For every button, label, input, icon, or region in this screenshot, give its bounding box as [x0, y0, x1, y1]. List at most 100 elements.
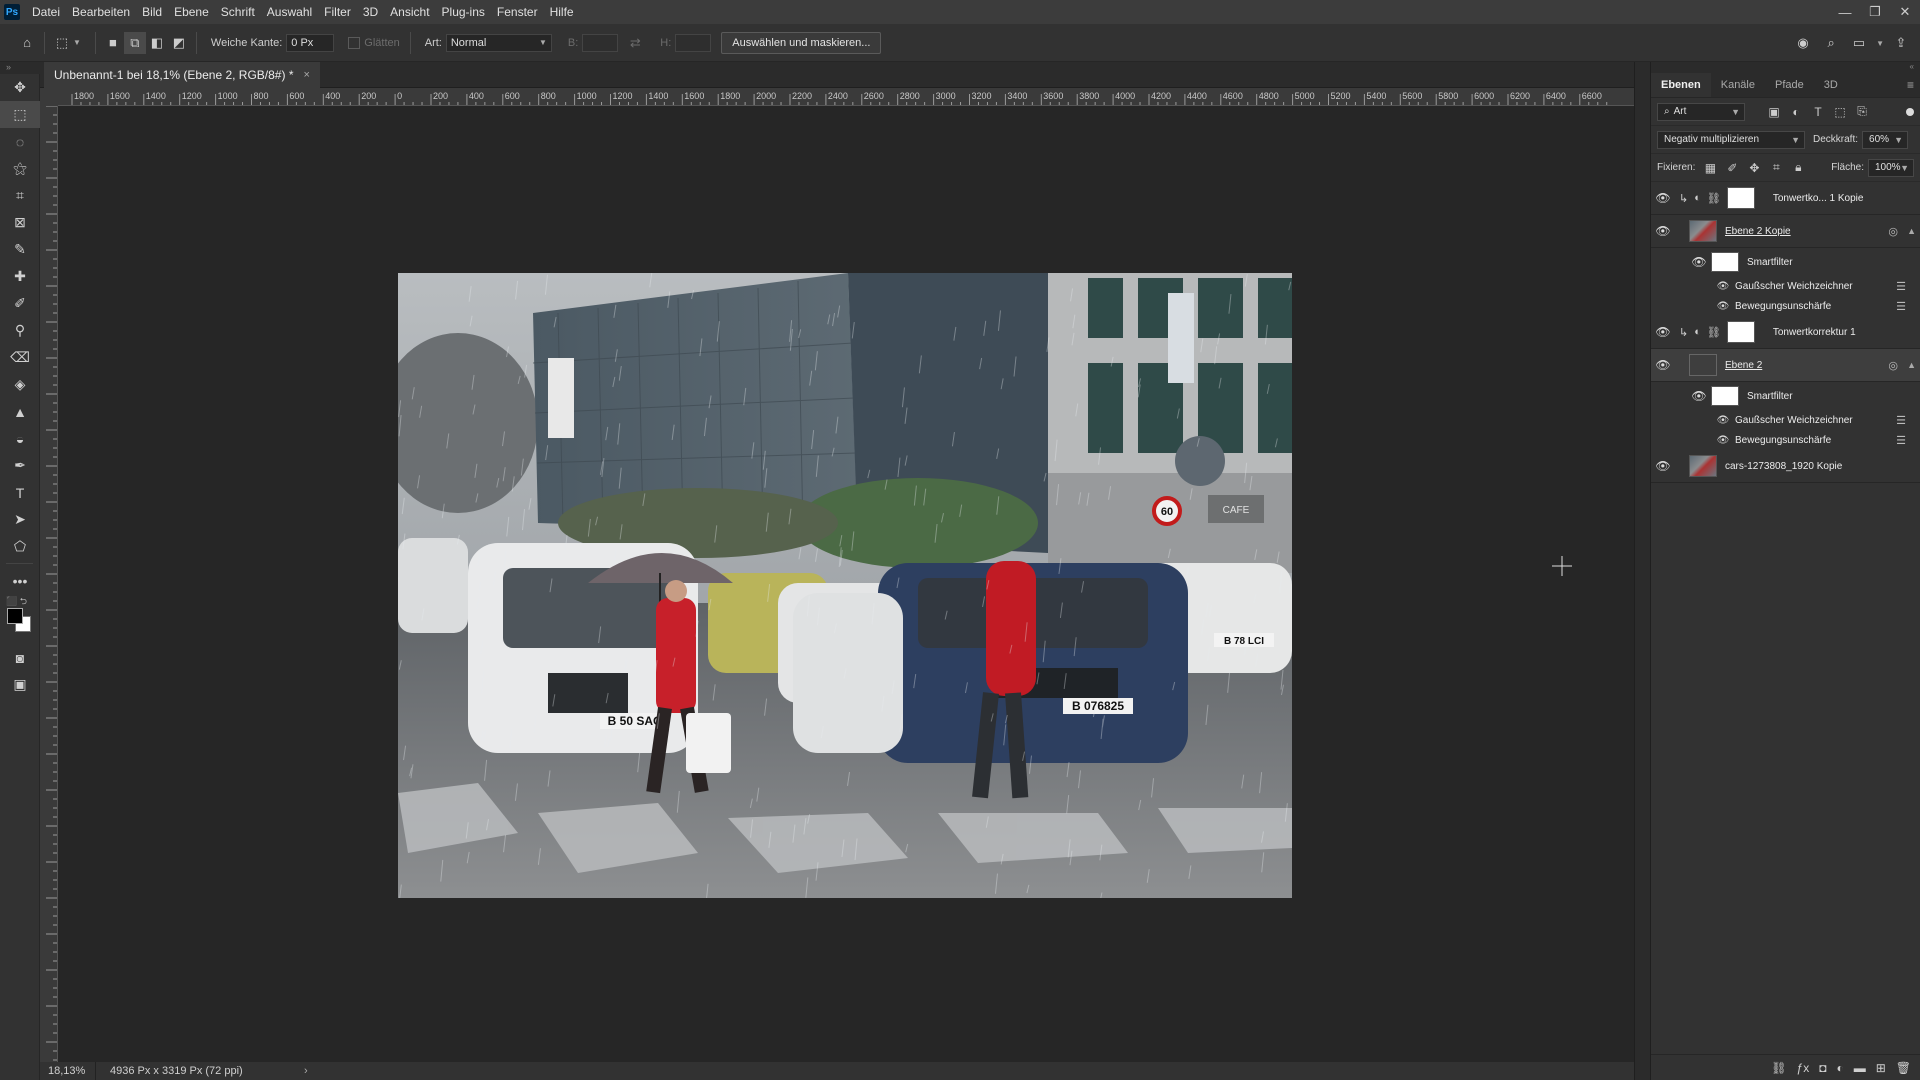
healing-brush-tool-icon[interactable]: ✚ [0, 263, 40, 290]
antialias-checkbox[interactable] [348, 36, 361, 49]
zoom-level[interactable]: 18,13% [40, 1062, 96, 1080]
fx-icon[interactable]: ƒx [1797, 1061, 1810, 1075]
width-input[interactable] [582, 33, 619, 52]
filter-row[interactable]: 👁︎ Bewegungsunschärfe ☰ [1651, 430, 1920, 450]
filter-row[interactable]: 👁︎ Bewegungsunschärfe ☰ [1651, 296, 1920, 316]
link-layers-icon[interactable]: ⛓︎ [1771, 1061, 1786, 1075]
opacity-input[interactable]: 60% ▼ [1862, 130, 1909, 149]
clone-stamp-tool-icon[interactable]: ⚲ [0, 317, 40, 344]
filter-pixel-icon[interactable]: ▣ [1763, 103, 1785, 121]
smart-object-thumbnail[interactable] [1689, 354, 1717, 376]
filter-options-icon[interactable]: ☰ [1896, 300, 1906, 313]
smartfilter-row[interactable]: 👁︎ Smartfilter [1651, 248, 1920, 276]
blur-tool-icon[interactable]: ▲ [0, 398, 40, 425]
filter-smart-object-icon[interactable]: ⎘ [1851, 103, 1873, 121]
layer-row[interactable]: 👁︎ cars-1273808_1920 Kopie [1651, 450, 1920, 483]
tab-kanaele[interactable]: Kanäle [1711, 73, 1765, 97]
collapse-arrow-icon[interactable]: ▲ [1907, 360, 1916, 370]
status-menu-arrow[interactable]: › [296, 1065, 308, 1077]
new-layer-icon[interactable]: ⊞ [1876, 1061, 1886, 1075]
marquee-preset-icon[interactable]: ⬚ [51, 32, 73, 54]
menu-ebene[interactable]: Ebene [168, 5, 215, 19]
dodge-tool-icon[interactable]: ◒ [0, 425, 40, 452]
eye-icon[interactable]: 👁︎ [1687, 255, 1711, 269]
magic-wand-tool-icon[interactable]: ⚝ [0, 155, 40, 182]
paint-bucket-tool-icon[interactable]: ◈ [0, 371, 40, 398]
layer-mask-thumbnail[interactable] [1726, 321, 1755, 343]
eye-icon[interactable]: 👁︎ [1687, 389, 1711, 403]
more-tools-icon[interactable]: ••• [0, 567, 40, 594]
filter-row[interactable]: 👁︎ Gaußscher Weichzeichner ☰ [1651, 410, 1920, 430]
layer-row[interactable]: 👁︎ ↳ ◐ ⛓︎ Tonwertko... 1 Kopie [1651, 182, 1920, 215]
filter-type-icon[interactable]: T [1807, 103, 1829, 121]
tab-pfade[interactable]: Pfade [1765, 73, 1814, 97]
minimize-icon[interactable]: — [1830, 0, 1860, 24]
type-tool-icon[interactable]: T [0, 479, 40, 506]
eye-icon[interactable]: 👁︎ [1715, 301, 1731, 312]
canvas-area[interactable]: 60 CAFE B 78 LCI B 50 SAG B 076825 [58, 106, 1634, 1062]
lock-position-icon[interactable]: ✥ [1743, 159, 1765, 177]
layer-row-selected[interactable]: 👁︎ Ebene 2 ◎ ▲ [1651, 349, 1920, 382]
crop-tool-icon[interactable]: ⌗ [0, 182, 40, 209]
document-image[interactable]: 60 CAFE B 78 LCI B 50 SAG B 076825 [398, 273, 1292, 898]
eye-icon[interactable]: 👁︎ [1651, 325, 1675, 339]
tab-ebenen[interactable]: Ebenen [1651, 73, 1711, 97]
smartfilter-mask-thumbnail[interactable] [1711, 252, 1739, 272]
smart-filter-options-icon[interactable]: ◎ [1888, 225, 1898, 238]
layer-row[interactable]: 👁︎ Ebene 2 Kopie ◎ ▲ [1651, 215, 1920, 248]
share-icon[interactable]: ⇪ [1890, 32, 1912, 54]
smart-filter-options-icon[interactable]: ◎ [1888, 359, 1898, 372]
menu-bearbeiten[interactable]: Bearbeiten [66, 5, 136, 19]
horizontal-ruler[interactable]: 1800 1600 1400 1200 1000 800 600 400 200 0 200 400 6… [58, 88, 1634, 106]
menu-bild[interactable]: Bild [136, 5, 168, 19]
fill-input[interactable]: 100% ▼ [1868, 158, 1914, 177]
menu-3d[interactable]: 3D [357, 5, 384, 19]
layer-thumbnail[interactable] [1689, 455, 1717, 477]
frame-tool-icon[interactable]: ⊠ [0, 209, 40, 236]
style-select[interactable]: Normal ▼ [445, 33, 552, 52]
lock-all-icon[interactable]: 🔒︎ [1787, 159, 1809, 177]
chevron-down-icon[interactable]: ▼ [73, 38, 81, 47]
panel-menu-icon[interactable]: ≡ [1907, 78, 1914, 92]
feather-input[interactable]: 0 Px [286, 33, 335, 52]
collapse-arrow-icon[interactable]: ▲ [1907, 226, 1916, 236]
close-tab-icon[interactable]: × [303, 69, 309, 81]
lock-transparent-icon[interactable]: ▦ [1699, 159, 1721, 177]
layer-row[interactable]: 👁︎ ↳ ◐ ⛓︎ Tonwertkorrektur 1 [1651, 316, 1920, 349]
toolbar-collapse-icon[interactable]: » [0, 62, 44, 74]
lock-artboard-icon[interactable]: ⌗ [1765, 159, 1787, 177]
swap-dimensions-icon[interactable]: ⇄ [624, 32, 646, 54]
vertical-ruler[interactable] [40, 106, 58, 1062]
search-icon[interactable]: ⌕ [1820, 32, 1842, 54]
path-selection-tool-icon[interactable]: ➤ [0, 506, 40, 533]
filter-toggle-icon[interactable] [1906, 107, 1914, 116]
foreground-color-swatch[interactable] [7, 608, 23, 624]
menu-ansicht[interactable]: Ansicht [384, 5, 435, 19]
new-selection-icon[interactable]: ■ [102, 32, 124, 54]
eye-icon[interactable]: 👁︎ [1651, 224, 1675, 238]
blend-mode-select[interactable]: Negativ multiplizieren ▼ [1657, 130, 1805, 149]
menu-filter[interactable]: Filter [318, 5, 357, 19]
brush-tool-icon[interactable]: ✐ [0, 290, 40, 317]
filter-row[interactable]: 👁︎ Gaußscher Weichzeichner ☰ [1651, 276, 1920, 296]
layer-filter-select[interactable]: ⌕ Art ▼ [1657, 102, 1745, 121]
height-input[interactable] [675, 33, 712, 52]
screen-mode-icon[interactable]: ▣ [0, 671, 40, 698]
new-group-icon[interactable]: ▬ [1854, 1061, 1866, 1075]
eye-icon[interactable]: 👁︎ [1651, 191, 1675, 205]
layer-mask-thumbnail[interactable] [1726, 187, 1755, 209]
eye-icon[interactable]: 👁︎ [1651, 358, 1675, 372]
document-tab[interactable]: Unbenannt-1 bei 18,1% (Ebene 2, RGB/8#) … [44, 62, 320, 88]
quick-mask-icon[interactable]: ◙ [0, 644, 40, 671]
menu-hilfe[interactable]: Hilfe [544, 5, 580, 19]
delete-layer-icon[interactable]: 🗑︎ [1896, 1061, 1911, 1075]
rectangular-marquee-tool-icon[interactable]: ⬚ [0, 101, 40, 128]
lock-image-icon[interactable]: ✐ [1721, 159, 1743, 177]
menu-auswahl[interactable]: Auswahl [261, 5, 318, 19]
eyedropper-tool-icon[interactable]: ✎ [0, 236, 40, 263]
restore-icon[interactable]: ❐ [1860, 0, 1890, 24]
tab-3d[interactable]: 3D [1814, 73, 1848, 97]
subtract-selection-icon[interactable]: ◧ [146, 32, 168, 54]
menu-datei[interactable]: Datei [26, 5, 66, 19]
panel-collapse-icon[interactable]: « [1651, 62, 1920, 72]
